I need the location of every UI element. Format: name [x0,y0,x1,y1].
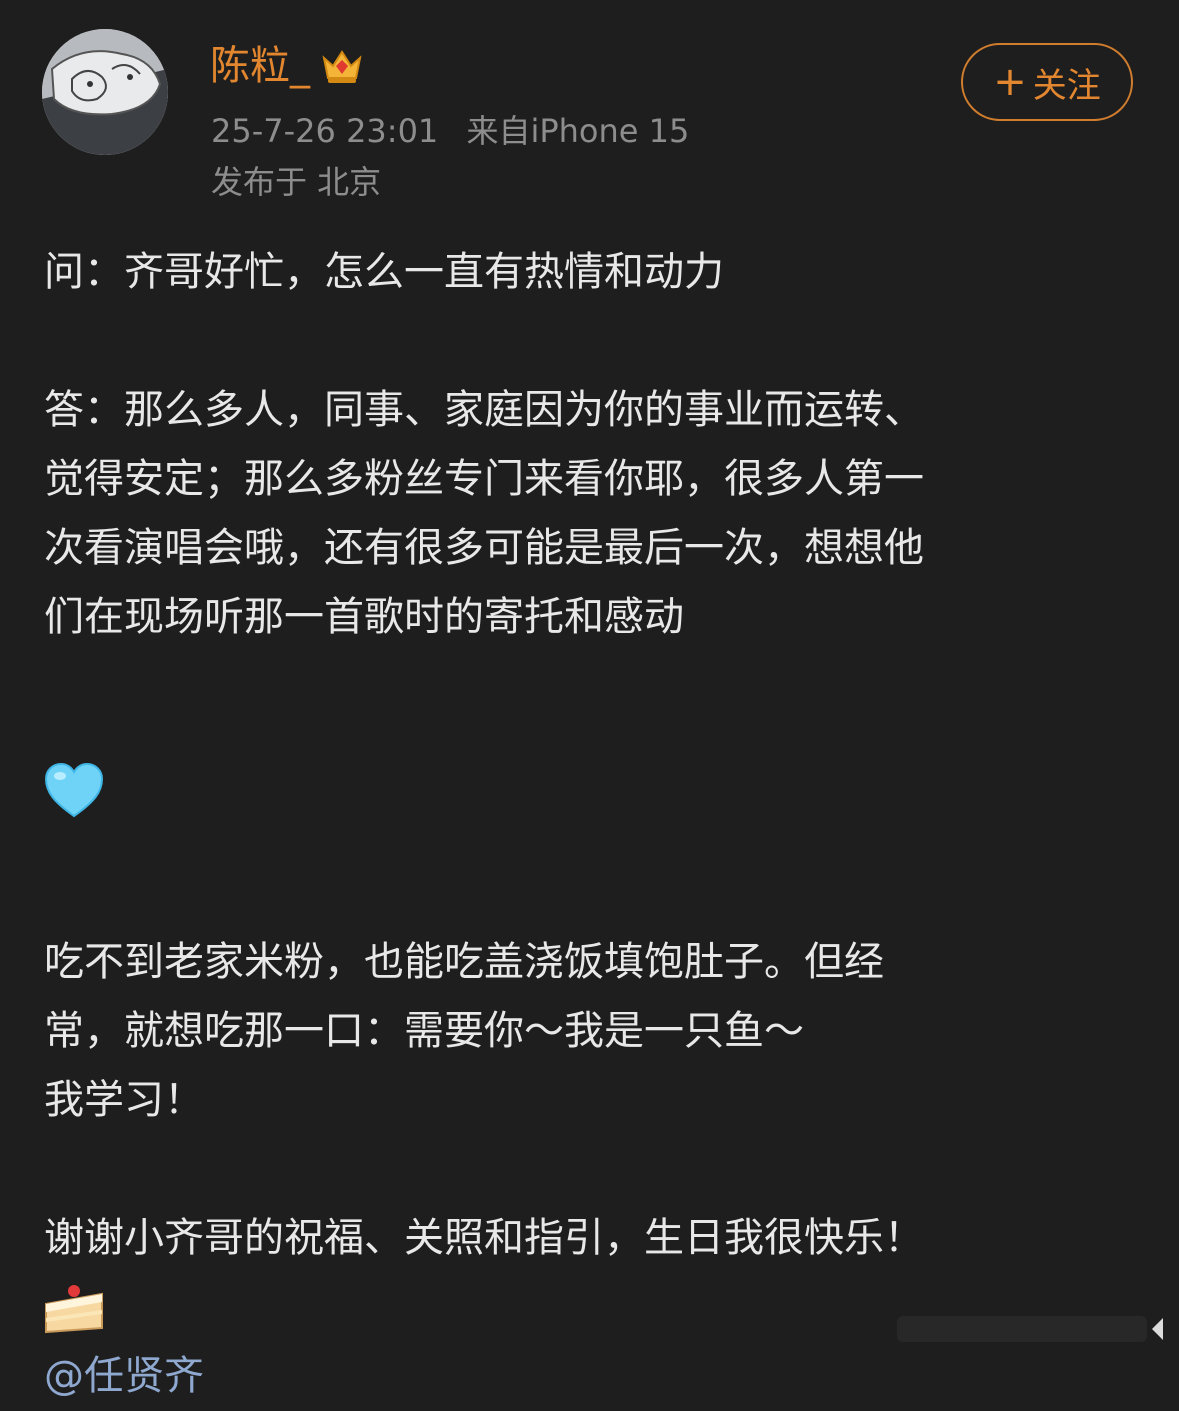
answer-line: 觉得安定；那么多粉丝专门来看你耶，很多人第一 [44,456,924,502]
post-body: 问：齐哥好忙，怎么一直有热情和动力 答：那么多人，同事、家庭因为你的事业而运转、… [44,238,1134,1411]
thanks-text: 谢谢小齐哥的祝福、关照和指引，生日我很快乐！ [44,1215,924,1261]
crown-badge-icon [320,44,364,88]
answer-line: 答：那么多人，同事、家庭因为你的事业而运转、 [44,387,924,433]
paragraph-line: 吃不到老家米粉，也能吃盖浇饭填饱肚子。但经 [44,939,884,985]
answer-line: 次看演唱会哦，还有很多可能是最后一次，想想他 [44,525,924,571]
post-source: 来自iPhone 15 [466,112,690,150]
avatar[interactable] [42,29,168,155]
answer-line: 们在现场听那一首歌时的寄托和感动 [44,594,684,640]
post-location: 发布于 北京 [211,163,382,201]
light-blue-heart-icon [44,721,1134,859]
mention-link[interactable]: @任贤齐 [44,1342,1134,1411]
plus-icon: + [993,59,1027,105]
post-meta: 25-7-26 23:01 来自iPhone 15 [211,111,689,151]
question-text: 问：齐哥好忙，怎么一直有热情和动力 [44,249,724,295]
follow-button-label: 关注 [1032,65,1101,106]
paragraph-line: 常，就想吃那一口：需要你～我是一只鱼～ [44,1008,804,1054]
post-time: 25-7-26 23:01 [211,112,439,150]
author-name-text[interactable]: 陈粒_ [210,40,310,92]
follow-button[interactable]: + 关注 [961,43,1133,121]
author-name[interactable]: 陈粒_ [210,40,364,92]
paragraph-line: 我学习！ [44,1077,204,1123]
watermark [897,1306,1167,1352]
